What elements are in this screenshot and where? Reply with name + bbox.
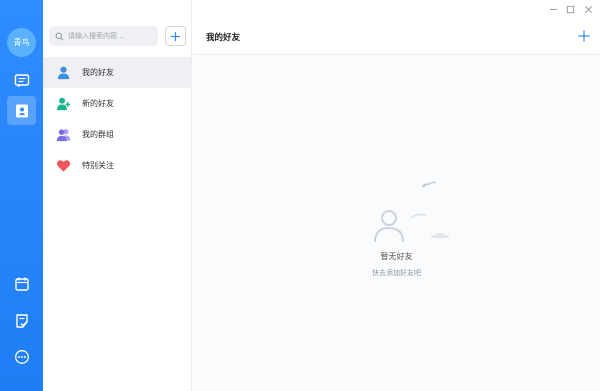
main-content: 我的好友 暂无好友 快去添加好友吧 [193, 0, 600, 391]
empty-state-title: 暂无好友 [380, 252, 413, 261]
add-contact-button[interactable] [165, 26, 186, 46]
more-nav-button[interactable] [7, 342, 36, 371]
main-header: 我的好友 [193, 18, 600, 55]
calendar-nav-button[interactable] [7, 269, 36, 298]
contacts-category-list: 我的好友 新的好友 我的群组 特别关注 [43, 57, 191, 181]
list-item-new-friends[interactable]: 新的好友 [43, 88, 191, 119]
empty-state-illustration [374, 181, 450, 243]
chat-nav-button[interactable] [7, 66, 36, 95]
search-box[interactable] [49, 26, 158, 46]
maximize-button[interactable] [564, 3, 576, 15]
list-item-label: 我的好友 [82, 68, 114, 77]
window-title-bar [193, 0, 600, 18]
more-dots-icon [14, 349, 29, 364]
notes-nav-button[interactable] [7, 306, 36, 335]
contacts-card-icon [15, 104, 28, 117]
close-button[interactable] [582, 3, 594, 15]
avatar[interactable]: 青鸟 [7, 28, 36, 57]
maximize-icon [566, 5, 574, 13]
list-item-special-follow[interactable]: 特别关注 [43, 150, 191, 181]
calendar-icon [14, 277, 29, 291]
left-nav-rail: 青鸟 [0, 0, 43, 391]
minimize-icon [549, 8, 557, 10]
plus-icon [170, 31, 181, 41]
contacts-panel: 我的好友 新的好友 我的群组 [43, 0, 192, 391]
heart-icon [56, 158, 71, 173]
group-icon [56, 127, 71, 142]
list-item-my-friends[interactable]: 我的好友 [43, 57, 191, 88]
plus-icon [578, 30, 590, 42]
minimize-button[interactable] [547, 3, 559, 15]
close-icon [584, 5, 592, 13]
search-input[interactable] [68, 32, 158, 40]
chat-bubble-icon [14, 73, 29, 87]
list-item-label: 新的好友 [82, 99, 114, 108]
user-icon [56, 65, 71, 80]
empty-state-subtitle: 快去添加好友吧 [372, 269, 421, 277]
add-friend-button[interactable] [577, 29, 591, 43]
add-user-icon [56, 96, 71, 111]
contacts-nav-button[interactable] [7, 96, 36, 125]
list-item-my-groups[interactable]: 我的群组 [43, 119, 191, 150]
list-item-label: 特别关注 [82, 161, 114, 170]
list-item-label: 我的群组 [82, 130, 114, 139]
page-title: 我的好友 [206, 33, 241, 43]
note-edit-icon [15, 313, 28, 328]
search-icon [55, 32, 64, 40]
